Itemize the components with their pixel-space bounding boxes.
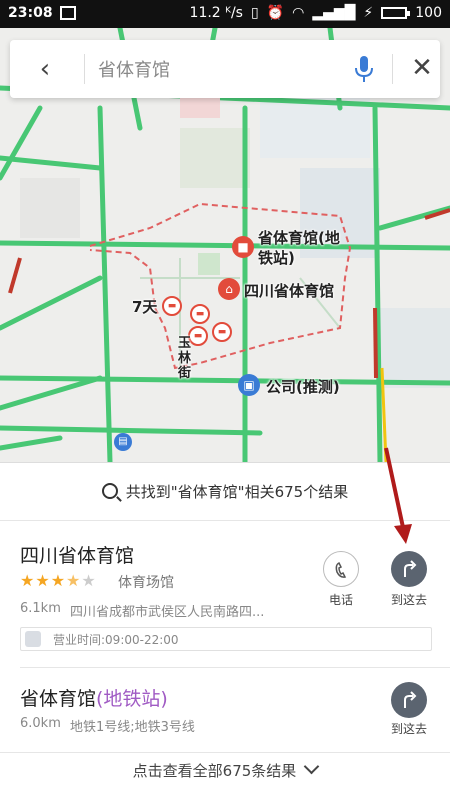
search-bar: ‹ 省体育馆 ✕ <box>10 40 440 98</box>
hotel-icon[interactable]: ▬ <box>190 304 210 324</box>
chevron-down-icon <box>304 758 320 775</box>
status-right: 11.2 ᴷ/s ▯ ⏰ ◠ ▂▄▆█ ⚡ 100 <box>190 5 442 21</box>
back-icon[interactable]: ‹ <box>30 54 60 84</box>
phone-icon <box>335 561 347 578</box>
directions-button[interactable] <box>391 682 427 718</box>
result-address: 四川省成都市武侯区人民南路四... <box>70 605 265 620</box>
annotation-arrow-icon <box>384 447 412 544</box>
directions-button[interactable] <box>391 551 427 587</box>
result-distance: 6.1km <box>20 601 61 616</box>
phone-button[interactable] <box>323 551 359 587</box>
battery-level: 100 <box>415 5 442 21</box>
building-pin[interactable]: ▤ <box>114 433 132 451</box>
microphone-icon[interactable] <box>352 54 376 84</box>
charging-icon: ⚡ <box>363 5 374 21</box>
search-divider <box>84 54 85 84</box>
result-title: 省体育馆(地铁站) <box>20 684 168 711</box>
hotel-label: 7天 <box>132 298 158 316</box>
metro-station-pin[interactable]: ■ <box>232 236 254 258</box>
status-time: 23:08 <box>8 5 53 21</box>
view-all-text: 点击查看全部675条结果 <box>132 762 297 780</box>
view-all-results-button[interactable]: 点击查看全部675条结果 <box>0 758 450 800</box>
result-item-metro-station[interactable]: 省体育馆(地铁站) 6.0km 地铁1号线;地铁3号线 到这去 <box>0 668 450 750</box>
rating-stars: ★★★★★ <box>20 571 97 590</box>
company-pin[interactable]: ▣ <box>238 374 260 396</box>
directions-label: 到这去 <box>390 593 427 607</box>
search-divider <box>392 54 393 84</box>
status-bar: 23:08 11.2 ᴷ/s ▯ ⏰ ◠ ▂▄▆█ ⚡ 100 <box>0 0 450 28</box>
signal-icon: ▂▄▆█ <box>312 5 356 21</box>
search-icon <box>101 483 118 499</box>
company-label: 公司(推测) <box>266 378 340 396</box>
result-category: 体育场馆 <box>118 575 174 591</box>
hotel-icon[interactable]: ▬ <box>162 296 182 316</box>
vibrate-icon: ▯ <box>250 5 259 21</box>
phone-label: 电话 <box>328 593 353 607</box>
battery-icon <box>381 7 411 19</box>
search-input[interactable]: 省体育馆 <box>98 56 170 82</box>
opening-hours: 营业时间:09:00-22:00 <box>20 627 432 651</box>
wifi-icon: ◠ <box>292 5 305 21</box>
route-arrow-icon <box>404 691 417 708</box>
street-label: 玉 林 街 <box>178 336 192 381</box>
close-icon[interactable]: ✕ <box>406 52 438 84</box>
result-lines: 地铁1号线;地铁3号线 <box>70 720 195 735</box>
divider <box>0 752 450 753</box>
directions-label: 到这去 <box>390 722 427 736</box>
opening-hours-text: 营业时间:09:00-22:00 <box>53 633 179 647</box>
result-title: 四川省体育馆 <box>20 545 135 567</box>
result-distance: 6.0km <box>20 716 61 731</box>
result-summary-text: 共找到"省体育馆"相关675个结果 <box>125 483 349 501</box>
network-speed: 11.2 ᴷ/s <box>189 5 243 21</box>
alarm-icon: ⏰ <box>266 5 285 21</box>
result-name-suffix: (地铁站) <box>96 688 168 710</box>
route-arrow-icon <box>404 560 417 577</box>
notification-icon <box>60 6 76 20</box>
stadium-label: 四川省体育馆 <box>244 282 335 300</box>
hotel-icon[interactable]: ▬ <box>212 322 232 342</box>
result-name: 省体育馆 <box>20 688 97 710</box>
metro-station-label: 省体育馆(地 铁站) <box>258 229 340 267</box>
stadium-pin[interactable]: ⌂ <box>218 278 240 300</box>
clock-icon <box>25 631 41 647</box>
